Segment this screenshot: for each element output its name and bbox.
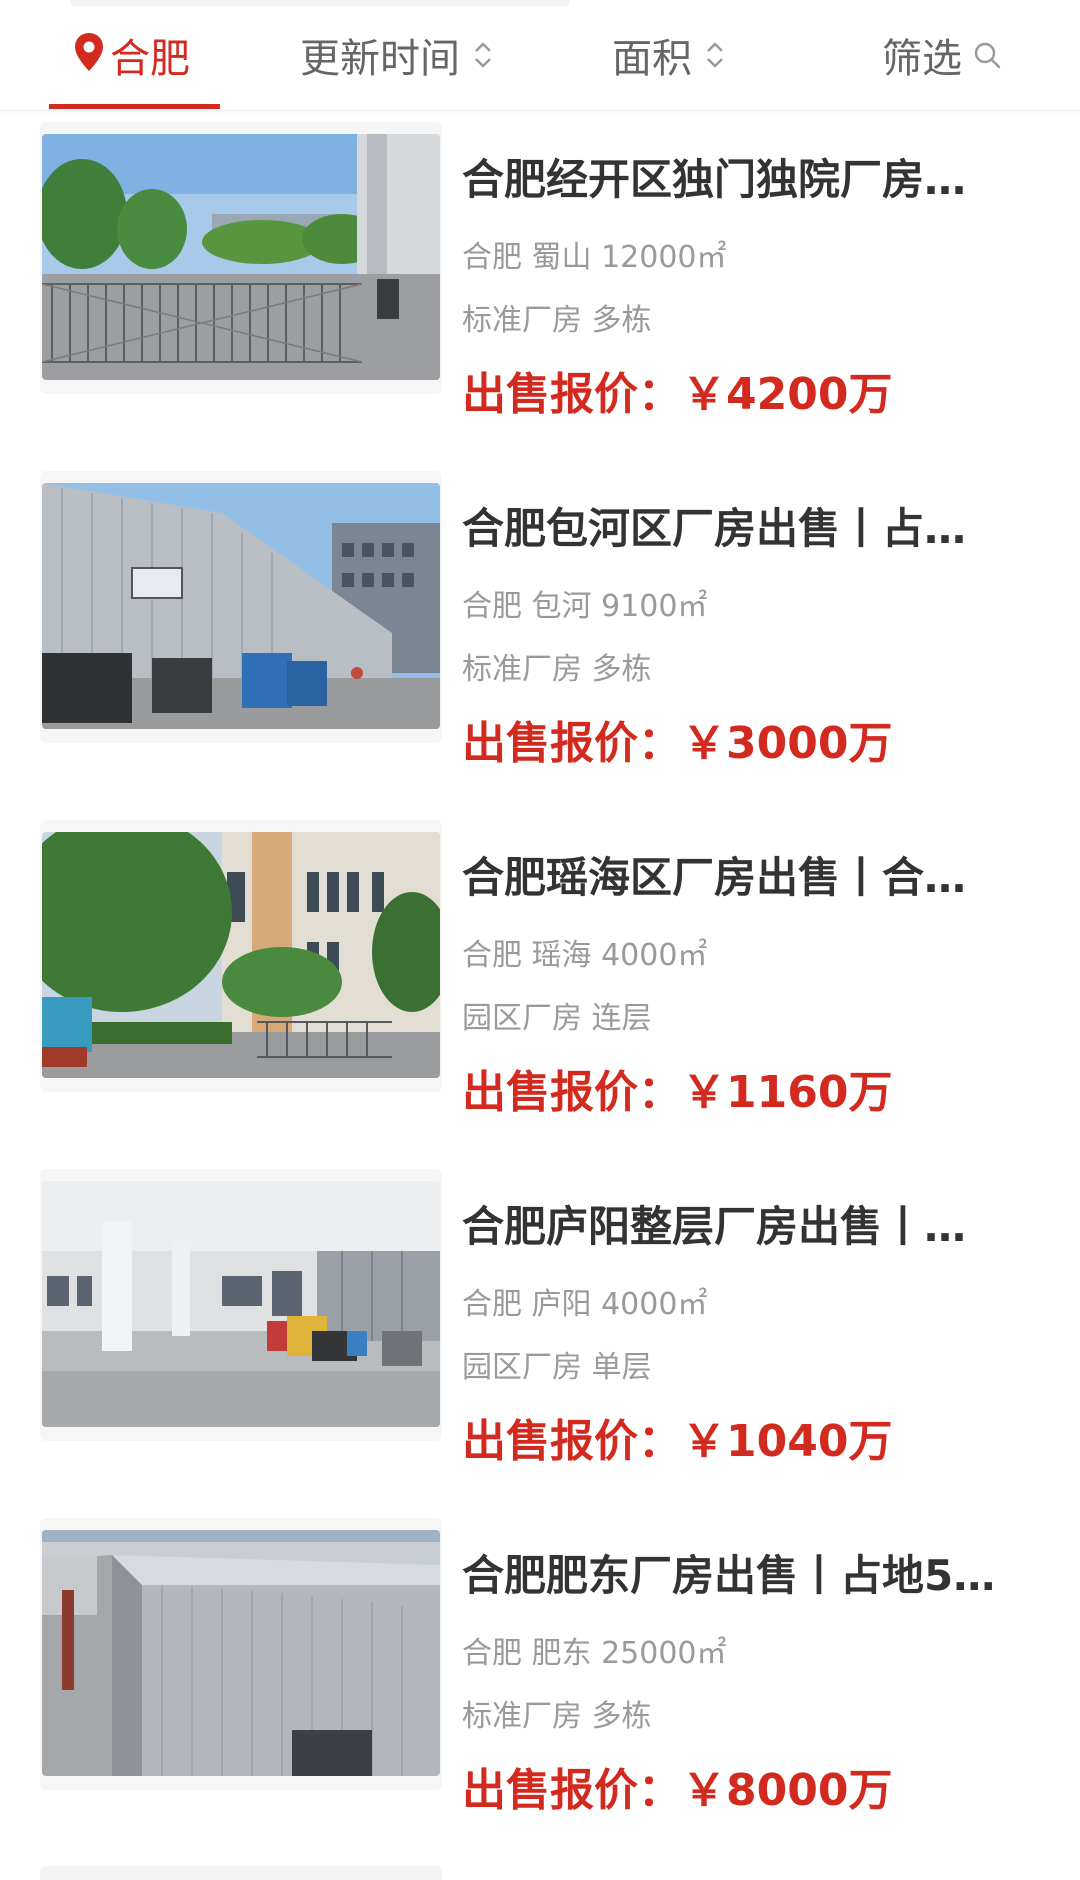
listing-card[interactable]: 合肥经开区独门独院厂房… 合肥 蜀山 12000㎡ 标准厂房 多栋 出售报价：￥… <box>0 122 1080 471</box>
empty-floor-interior-photo <box>42 1181 440 1427</box>
listing-price: 出售报价：￥3000万 <box>462 718 893 769</box>
tab-update-time[interactable]: 更新时间 <box>300 0 494 110</box>
listing-meta: 合肥 蜀山 12000㎡ <box>462 240 727 275</box>
tab-city-label: 合肥 <box>110 36 190 82</box>
next-card-peek <box>40 1866 442 1880</box>
location-pin-icon <box>75 33 103 71</box>
listing-tags: 园区厂房 连层 <box>462 1001 652 1036</box>
active-tab-indicator <box>49 104 220 109</box>
filter-tab-bar: 合肥 更新时间 面积 筛选 <box>0 0 1080 111</box>
listing-price: 出售报价：￥1040万 <box>462 1416 893 1467</box>
warehouse-exterior-photo <box>42 483 440 729</box>
listing-tags: 园区厂房 单层 <box>462 1350 652 1385</box>
listing-tags: 标准厂房 多栋 <box>462 652 652 687</box>
listing-card[interactable]: 合肥庐阳整层厂房出售丨… 合肥 庐阳 4000㎡ 园区厂房 单层 出售报价：￥1… <box>0 1169 1080 1518</box>
search-icon <box>974 42 1001 69</box>
listing-card[interactable]: 合肥瑶海区厂房出售丨合… 合肥 瑶海 4000㎡ 园区厂房 连层 出售报价：￥1… <box>0 820 1080 1169</box>
sort-icon <box>707 42 723 68</box>
listing-price: 出售报价：￥8000万 <box>462 1765 893 1816</box>
tab-filter[interactable]: 筛选 <box>882 0 1002 110</box>
listing-title: 合肥经开区独门独院厂房… <box>462 155 967 204</box>
listing-tags: 标准厂房 多栋 <box>462 303 652 338</box>
tab-area[interactable]: 面积 <box>612 0 726 110</box>
sort-icon <box>475 42 491 68</box>
listing-thumbnail <box>42 483 440 729</box>
listing-tags: 标准厂房 多栋 <box>462 1699 652 1734</box>
listing-meta: 合肥 庐阳 4000㎡ <box>462 1287 708 1322</box>
listing-meta: 合肥 肥东 25000㎡ <box>462 1636 727 1671</box>
listing-title: 合肥包河区厂房出售丨占… <box>462 504 967 553</box>
listing-title: 合肥肥东厂房出售丨占地5… <box>462 1551 996 1600</box>
listing-meta: 合肥 瑶海 4000㎡ <box>462 938 708 973</box>
listing-thumbnail <box>42 832 440 1078</box>
listing-title: 合肥瑶海区厂房出售丨合… <box>462 853 967 902</box>
listing-card[interactable]: 合肥包河区厂房出售丨占… 合肥 包河 9100㎡ 标准厂房 多栋 出售报价：￥3… <box>0 471 1080 820</box>
listing-meta: 合肥 包河 9100㎡ <box>462 589 708 624</box>
listing-thumbnail <box>42 1530 440 1776</box>
tab-area-label: 面积 <box>612 36 692 82</box>
listing-thumbnail <box>42 1181 440 1427</box>
listing-price: 出售报价：￥4200万 <box>462 369 893 420</box>
listing-title: 合肥庐阳整层厂房出售丨… <box>462 1202 967 1251</box>
tab-filter-label: 筛选 <box>882 36 962 82</box>
listing-thumbnail <box>42 134 440 380</box>
tab-city[interactable]: 合肥 <box>74 0 190 110</box>
steel-roof-factory-photo <box>42 1530 440 1776</box>
tab-update-time-label: 更新时间 <box>300 36 460 82</box>
industrial-park-photo <box>42 832 440 1078</box>
listing-card[interactable]: 合肥肥东厂房出售丨占地5… 合肥 肥东 25000㎡ 标准厂房 多栋 出售报价：… <box>0 1518 1080 1867</box>
listing-price: 出售报价：￥1160万 <box>462 1067 893 1118</box>
factory-gate-photo <box>42 134 440 380</box>
